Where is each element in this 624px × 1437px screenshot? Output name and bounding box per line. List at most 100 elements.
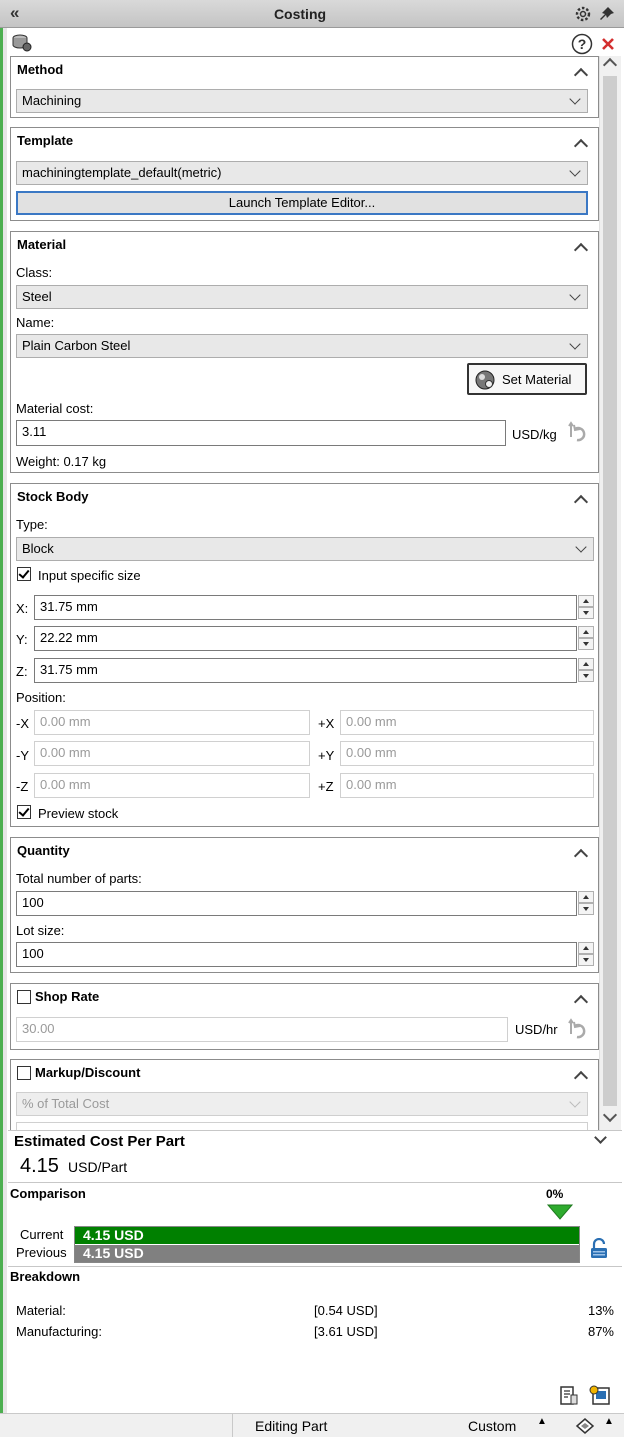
pos-y-input[interactable]: 0.00 mm [340, 741, 594, 766]
current-label: Current [20, 1227, 64, 1242]
window-title: Costing [273, 6, 327, 22]
neg-x-input[interactable]: 0.00 mm [34, 710, 310, 735]
name-select[interactable]: Plain Carbon Steel [16, 334, 588, 358]
collapse-quantity-icon[interactable] [573, 845, 589, 861]
pos-z-label: +Z [318, 779, 334, 794]
x-input[interactable]: 31.75 mm [34, 595, 577, 620]
status-bar: Editing Part Custom ▲ ▲ [0, 1413, 624, 1437]
pos-z-input[interactable]: 0.00 mm [340, 773, 594, 798]
estimate-section: Estimated Cost Per Part 4.15 USD/Part [8, 1130, 622, 1182]
pos-x-input[interactable]: 0.00 mm [340, 710, 594, 735]
reset-material-cost-icon[interactable] [567, 421, 591, 443]
current-bar: 4.15 USD [75, 1227, 579, 1244]
stock-body-title: Stock Body [17, 489, 89, 504]
type-label: Type: [16, 517, 48, 532]
reset-shop-rate-icon[interactable] [567, 1018, 591, 1040]
status-mode: Editing Part [255, 1418, 328, 1434]
close-icon[interactable] [601, 37, 615, 51]
material-cost-input[interactable]: 3.11 [16, 420, 506, 446]
neg-z-input[interactable]: 0.00 mm [34, 773, 310, 798]
name-label: Name: [16, 315, 55, 330]
comparison-percent: 0% [546, 1187, 564, 1201]
collapse-markup-icon[interactable] [573, 1067, 589, 1083]
total-parts-input[interactable]: 100 [16, 891, 577, 916]
z-spinner[interactable] [578, 658, 594, 682]
collapse-shop-rate-icon[interactable] [573, 991, 589, 1007]
quantity-panel: Quantity Total number of parts: 100 Lot … [10, 837, 599, 973]
total-parts-spinner[interactable] [578, 891, 594, 915]
breakdown-row: Material: [0.54 USD] 13% [8, 1303, 622, 1321]
breakdown-row: Manufacturing: [3.61 USD] 87% [8, 1324, 622, 1342]
preview-stock-label: Preview stock [38, 806, 119, 821]
collapse-estimate-icon[interactable] [594, 1131, 607, 1144]
z-label: Z: [16, 664, 28, 679]
x-label: X: [16, 601, 29, 616]
position-label: Position: [16, 690, 66, 705]
previous-bar-value: 4.15 USD [83, 1245, 144, 1261]
comparison-section: Comparison 0% Current Previous 4.15 USD … [8, 1182, 622, 1266]
z-input[interactable]: 31.75 mm [34, 658, 577, 683]
markup-type-select[interactable]: % of Total Cost [16, 1092, 588, 1116]
set-material-button[interactable]: Set Material [467, 363, 587, 395]
lot-size-input[interactable]: 100 [16, 942, 577, 967]
preview-stock-checkbox[interactable] [17, 805, 31, 819]
left-border [3, 28, 7, 1413]
y-spinner[interactable] [578, 626, 594, 650]
collapse-stock-body-icon[interactable] [573, 491, 589, 507]
collapse-method-icon[interactable] [573, 64, 589, 80]
type-select[interactable]: Block [16, 537, 594, 561]
gear-icon[interactable] [574, 5, 592, 23]
pin-icon[interactable] [598, 5, 616, 23]
breakdown-percent: 13% [587, 1303, 614, 1318]
neg-y-input[interactable]: 0.00 mm [34, 741, 310, 766]
lot-size-spinner[interactable] [578, 942, 594, 966]
input-specific-size-checkbox[interactable] [17, 567, 31, 581]
status-expand-icon[interactable]: ▲ [604, 1416, 614, 1427]
x-spinner[interactable] [578, 595, 594, 619]
markup-discount-title: Markup/Discount [35, 1065, 141, 1080]
template-panel: Template machiningtemplate_default(metri… [10, 127, 599, 221]
y-input[interactable]: 22.22 mm [34, 626, 577, 651]
breakdown-section: Breakdown Material: [0.54 USD] 13% Manuf… [8, 1266, 622, 1413]
collapse-template-icon[interactable] [573, 135, 589, 151]
rebuild-icon[interactable] [574, 1416, 596, 1436]
estimate-unit: USD/Part [68, 1159, 128, 1175]
help-icon[interactable]: ? [571, 33, 593, 55]
class-select[interactable]: Steel [16, 285, 588, 309]
markup-discount-panel: Markup/Discount % of Total Cost [10, 1059, 599, 1131]
template-value: machiningtemplate_default(metric) [22, 165, 222, 180]
set-material-label: Set Material [502, 372, 572, 387]
class-label: Class: [16, 265, 53, 280]
units-dropdown-icon[interactable]: ▲ [537, 1416, 547, 1427]
method-value: Machining [22, 93, 82, 108]
scroll-thumb[interactable] [603, 76, 617, 1106]
material-cost-unit: USD/kg [512, 427, 557, 442]
class-value: Steel [22, 289, 52, 304]
unlock-icon[interactable] [588, 1238, 610, 1260]
name-value: Plain Carbon Steel [22, 338, 131, 353]
analysis-icon[interactable] [588, 1384, 612, 1408]
breakdown-value: [3.61 USD] [314, 1324, 378, 1339]
collapse-material-icon[interactable] [573, 239, 589, 255]
template-select[interactable]: machiningtemplate_default(metric) [16, 161, 588, 185]
shop-rate-title: Shop Rate [35, 989, 100, 1004]
estimate-value: 4.15 [20, 1155, 59, 1177]
title-bar: « Costing [0, 0, 624, 28]
breakdown-label: Manufacturing: [16, 1324, 102, 1339]
type-value: Block [22, 541, 54, 556]
shop-rate-checkbox[interactable] [17, 990, 31, 1004]
status-units[interactable]: Custom [468, 1418, 516, 1434]
material-title: Material [17, 237, 67, 252]
markup-discount-checkbox[interactable] [17, 1066, 31, 1080]
pos-x-label: +X [318, 716, 335, 731]
input-specific-size-label: Input specific size [38, 568, 141, 583]
neg-x-label: -X [16, 716, 29, 731]
report-icon[interactable] [558, 1385, 580, 1407]
launch-template-editor-button[interactable]: Launch Template Editor... [16, 191, 588, 215]
neg-y-label: -Y [16, 748, 29, 763]
breakdown-title: Breakdown [10, 1269, 81, 1284]
estimate-title: Estimated Cost Per Part [14, 1133, 185, 1150]
svg-text:?: ? [578, 36, 587, 52]
shop-rate-input[interactable]: 30.00 [16, 1017, 508, 1042]
method-select[interactable]: Machining [16, 89, 588, 113]
